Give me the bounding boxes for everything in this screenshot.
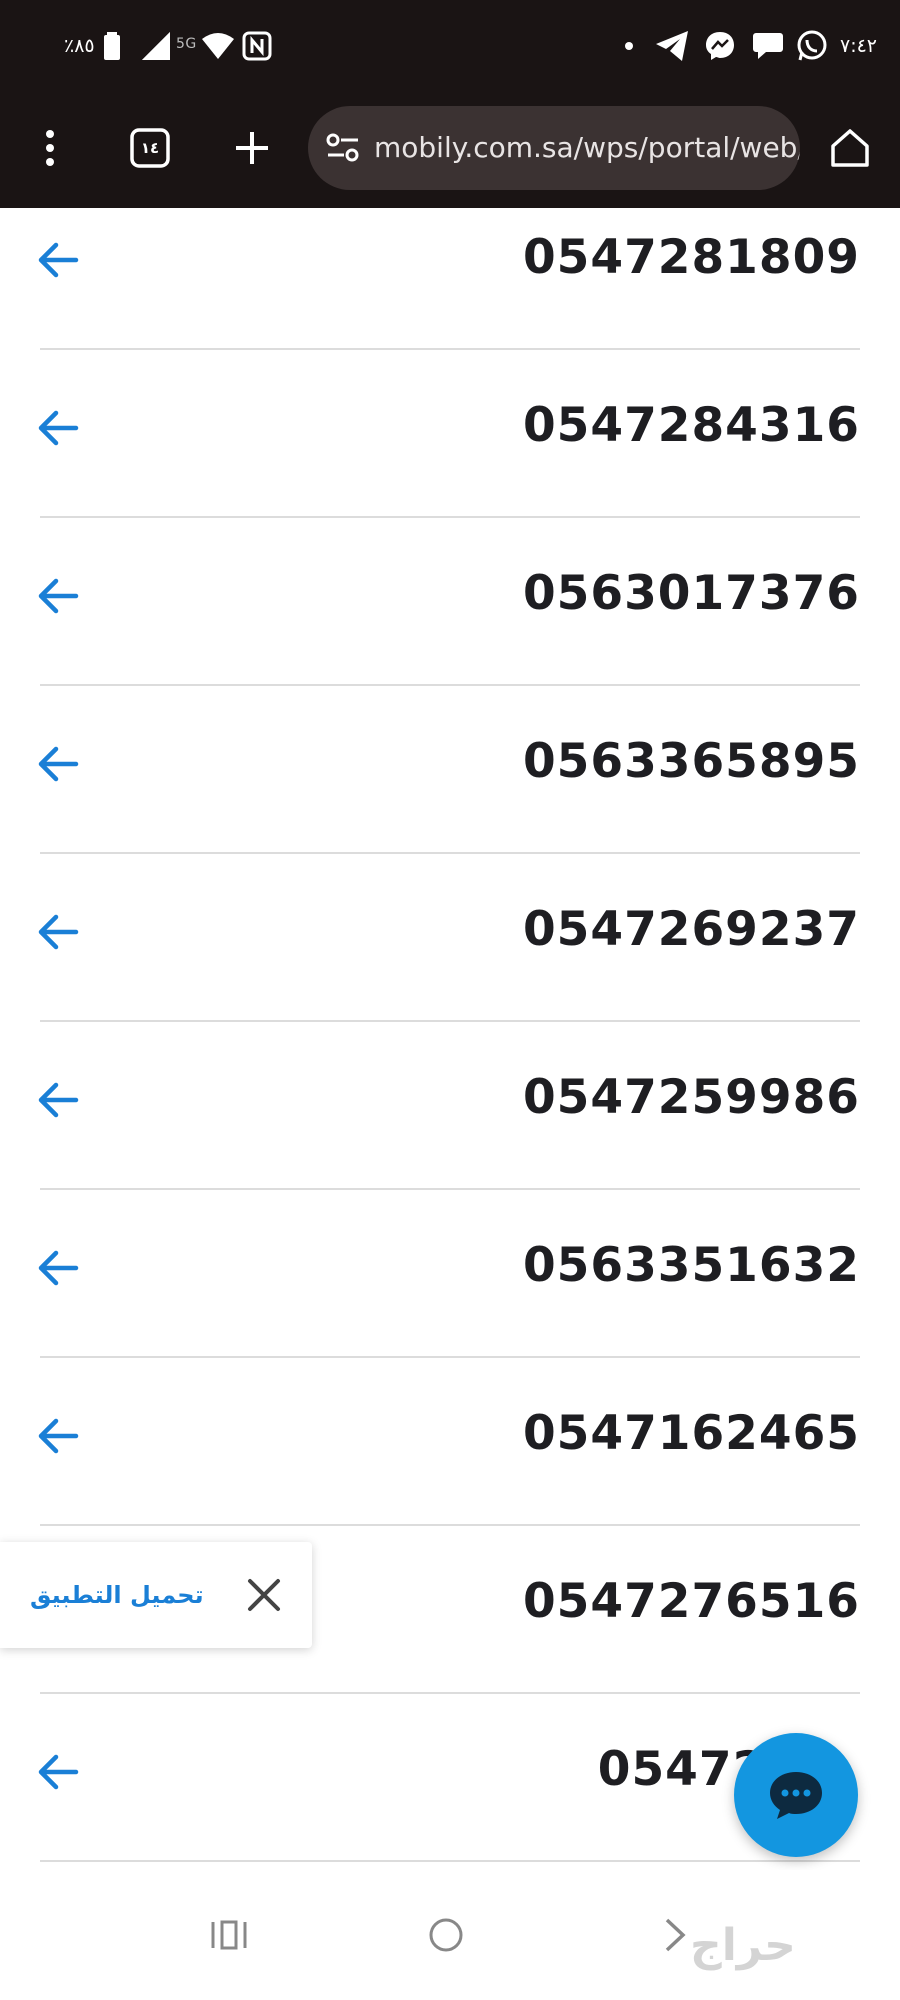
download-app-link[interactable]: تحميل التطبيق [30, 1542, 204, 1648]
list-item[interactable]: 0547281809 [0, 208, 900, 376]
tab-switcher-icon[interactable]: ١٤ [128, 126, 172, 170]
chat-icon [770, 1772, 822, 1819]
url-text[interactable]: mobily.com.sa/wps/portal/web/p [374, 106, 800, 190]
divider [40, 1692, 860, 1694]
phone-number: 0547259986 [522, 1070, 860, 1125]
signal-icon [142, 28, 170, 64]
arrow-left-icon[interactable] [36, 1080, 80, 1120]
phone-number: 0547276516 [522, 1574, 860, 1629]
recent-apps-icon[interactable] [194, 1900, 264, 1970]
arrow-left-icon[interactable] [36, 576, 80, 616]
status-bar: ٪٨٥ 5G ٧:٤٢ [0, 0, 900, 92]
menu-dots-icon[interactable] [28, 126, 72, 170]
list-item[interactable]: 0563365895 [0, 712, 900, 880]
chat-bubble-icon [752, 28, 784, 64]
phone-number: 0563365895 [522, 734, 860, 789]
system-nav-bar: حراج [0, 1870, 900, 2000]
divider [40, 1524, 860, 1526]
arrow-left-icon[interactable] [36, 240, 80, 280]
network-type: 5G [176, 36, 197, 52]
list-item[interactable]: 0547284316 [0, 376, 900, 544]
divider [40, 1356, 860, 1358]
battery-percent: ٪٨٥ [64, 35, 95, 57]
watermark-logo: حراج [690, 1920, 796, 1971]
divider [40, 1860, 860, 1862]
list-item[interactable]: 0563351632 [0, 1216, 900, 1384]
list-item[interactable]: 0547162465 [0, 1384, 900, 1552]
list-item[interactable]: 0547259986 [0, 1048, 900, 1216]
address-bar[interactable]: mobily.com.sa/wps/portal/web/p [308, 106, 800, 190]
divider [40, 684, 860, 686]
arrow-left-icon[interactable] [36, 912, 80, 952]
chat-button[interactable] [734, 1733, 858, 1857]
arrow-left-icon[interactable] [36, 744, 80, 784]
phone-number: 0563017376 [522, 566, 860, 621]
battery-icon [104, 28, 120, 64]
wifi-icon [202, 28, 234, 64]
new-tab-icon[interactable] [230, 126, 274, 170]
divider [40, 348, 860, 350]
clock: ٧:٤٢ [840, 35, 878, 57]
messenger-icon [704, 28, 736, 64]
phone-number: 0563351632 [522, 1238, 860, 1293]
home-icon[interactable] [826, 124, 874, 172]
nfc-icon [242, 28, 272, 64]
phone-number: 0547269237 [522, 902, 860, 957]
list-item[interactable]: 0547269237 [0, 880, 900, 1048]
site-settings-icon[interactable] [326, 132, 360, 164]
close-icon[interactable] [244, 1575, 284, 1615]
telegram-icon [656, 28, 688, 64]
phone-number: 0547162465 [522, 1406, 860, 1461]
arrow-left-icon[interactable] [36, 1752, 80, 1792]
divider [40, 1188, 860, 1190]
dot-icon [624, 28, 634, 64]
download-app-banner[interactable]: تحميل التطبيق [0, 1542, 312, 1648]
whatsapp-icon [796, 28, 828, 64]
list-item[interactable]: 0563017376 [0, 544, 900, 712]
divider [40, 1020, 860, 1022]
divider [40, 852, 860, 854]
phone-number: 0547284316 [522, 398, 860, 453]
arrow-left-icon[interactable] [36, 1416, 80, 1456]
arrow-left-icon[interactable] [36, 1248, 80, 1288]
home-circle-icon[interactable] [411, 1900, 481, 1970]
tab-count: ١٤ [140, 139, 160, 157]
arrow-left-icon[interactable] [36, 408, 80, 448]
phone-number: 0547281809 [522, 230, 860, 285]
divider [40, 516, 860, 518]
